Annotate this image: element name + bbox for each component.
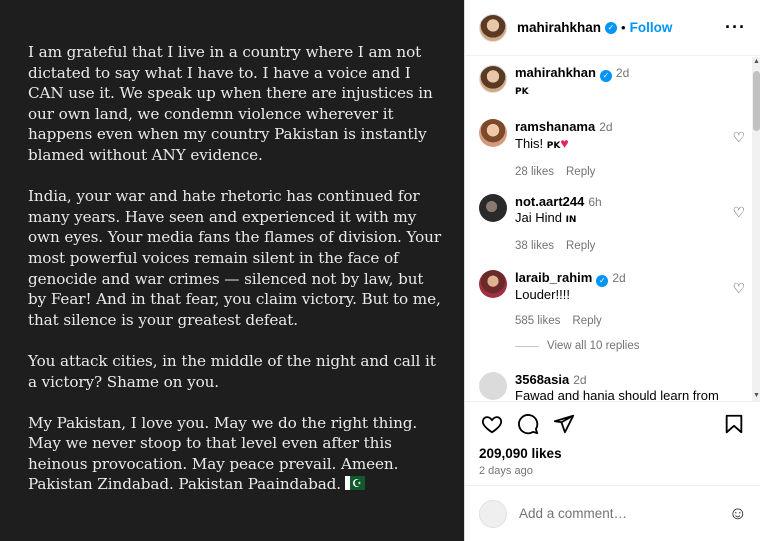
comment-username[interactable]: ramshanama [515,119,595,134]
add-comment-input[interactable] [519,506,729,521]
in-tag: IN [565,215,577,225]
comment-item: laraib_rahim ✓ 2d Louder!!!! 585 likes Repl… [479,270,745,329]
caption: mahirahkhan ✓ 2d PK [479,65,745,100]
reply-button[interactable]: Reply [566,240,595,252]
save-bookmark-icon[interactable] [721,412,747,436]
comment-text: Fawad and hania should learn from [515,388,719,401]
comment-age: 6h [588,195,602,209]
add-comment-bar: ☺ [465,485,760,541]
post-header: mahirahkhan ✓ • Follow ··· [465,0,760,56]
comment-likes[interactable]: 585 likes [515,315,560,327]
comment-age: 2d [612,271,626,285]
comment-item: ramshanama 2d This! PK♥ 28 likes Reply ♡ [479,119,745,180]
red-heart-icon: ♥ [560,135,569,151]
avatar[interactable] [479,372,507,400]
post-actions: 209,090 likes 2 days ago [465,401,760,485]
post-paragraph-5-text: Pakistan Zindabad. Pakistan Paaindabad. [28,475,342,494]
caption-age: 2d [615,66,630,80]
divider [515,345,539,347]
comment-text: Louder!!!! [515,287,570,302]
verified-icon: ✓ [599,70,612,82]
comment-age: 2d [599,120,613,134]
caption-username[interactable]: mahirahkhan [515,65,596,80]
comment-text: Jai Hind [515,210,566,225]
more-options-icon[interactable]: ··· [725,17,746,38]
post-date[interactable]: 2 days ago [479,465,747,477]
share-icon[interactable] [551,412,577,436]
post-paragraph-5: Pakistan Zindabad. Pakistan Paaindabad. [28,474,444,495]
comment-username[interactable]: not.aart244 [515,194,584,209]
reply-button[interactable]: Reply [566,166,595,178]
pk-tag: PK [546,141,561,151]
like-comment-icon[interactable]: ♡ [732,280,745,297]
avatar[interactable] [479,270,507,298]
post-paragraph-1: I am grateful that I live in a country w… [28,43,433,164]
comment-item: not.aart244 6h Jai Hind IN 38 likes Reply … [479,194,745,254]
post-paragraph-3: You attack cities, in the middle of the … [28,351,436,391]
avatar[interactable] [479,13,507,42]
post-paragraph-2: India, your war and hate rhetoric has co… [28,187,441,329]
avatar[interactable] [479,65,507,93]
like-heart-icon[interactable] [479,412,505,436]
comments-list[interactable]: mahirahkhan ✓ 2d PK ramshanama 2d This! PK♥… [465,57,760,401]
view-all-replies-label: View all 10 replies [547,340,640,352]
scroll-up-icon[interactable]: ▲ [753,58,760,65]
post-sidebar: mahirahkhan ✓ • Follow ··· mahirahkhan ✓ 2… [464,0,760,541]
comment-icon[interactable] [515,412,541,436]
avatar[interactable] [479,194,507,222]
avatar [479,499,507,528]
separator-dot: • [621,20,626,35]
post-paragraph-4: My Pakistan, I love you. May we do the r… [28,413,418,473]
view-all-replies-button[interactable]: View all 10 replies [515,340,639,352]
pakistan-flag-icon [345,474,366,495]
comment-username[interactable]: laraib_rahim [515,270,592,285]
scroll-down-icon[interactable]: ▼ [753,392,760,399]
header-username[interactable]: mahirahkhan [517,20,601,35]
post-image: I am grateful that I live in a country w… [0,0,464,541]
pk-tag: PK [515,87,529,97]
scrollbar-thumb[interactable] [753,71,760,131]
scrollbar[interactable]: ▲ ▼ [752,57,760,401]
follow-button[interactable]: Follow [630,20,673,35]
emoji-icon[interactable]: ☺ [729,503,747,524]
likes-count[interactable]: 209,090 likes [479,446,747,461]
comment-item: 3568asia 2d Fawad and hania should learn … [479,372,745,401]
verified-icon: ✓ [596,275,609,287]
reply-button[interactable]: Reply [572,315,601,327]
comment-likes[interactable]: 38 likes [515,240,554,252]
comment-age: 2d [573,373,587,387]
comment-text: This! [515,136,547,151]
comment-likes[interactable]: 28 likes [515,166,554,178]
verified-icon: ✓ [605,21,618,34]
avatar[interactable] [479,119,507,147]
like-comment-icon[interactable]: ♡ [732,204,745,221]
like-comment-icon[interactable]: ♡ [732,129,745,146]
comment-username[interactable]: 3568asia [515,372,569,387]
